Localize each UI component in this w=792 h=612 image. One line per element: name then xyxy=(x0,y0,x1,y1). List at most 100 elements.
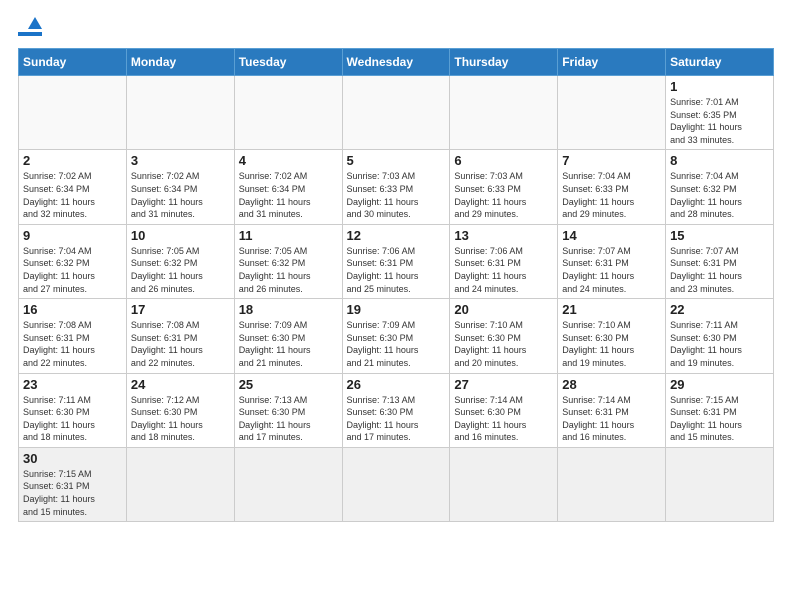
calendar-table: SundayMondayTuesdayWednesdayThursdayFrid… xyxy=(18,48,774,522)
weekday-header-sunday: Sunday xyxy=(19,49,127,76)
calendar-cell: 20 Sunrise: 7:10 AM Sunset: 6:30 PM Dayli… xyxy=(450,299,558,373)
day-number: 2 xyxy=(23,153,122,168)
calendar-cell: 27 Sunrise: 7:14 AM Sunset: 6:30 PM Dayli… xyxy=(450,373,558,447)
calendar-cell: 3Sunrise: 7:02 AM Sunset: 6:34 PM Daylig… xyxy=(126,150,234,224)
day-detail: Sunrise: 7:04 AM Sunset: 6:32 PM Dayligh… xyxy=(23,245,122,295)
day-number: 27 xyxy=(454,377,553,392)
day-detail: Sunrise: 7:13 AM Sunset: 6:30 PM Dayligh… xyxy=(239,394,338,444)
day-detail: Sunrise: 7:11 AM Sunset: 6:30 PM Dayligh… xyxy=(23,394,122,444)
calendar-cell: 6Sunrise: 7:03 AM Sunset: 6:33 PM Daylig… xyxy=(450,150,558,224)
logo xyxy=(18,18,42,36)
day-detail: Sunrise: 7:10 AM Sunset: 6:30 PM Dayligh… xyxy=(454,319,553,369)
day-detail: Sunrise: 7:14 AM Sunset: 6:31 PM Dayligh… xyxy=(562,394,661,444)
day-number: 18 xyxy=(239,302,338,317)
day-detail: Sunrise: 7:01 AM Sunset: 6:35 PM Dayligh… xyxy=(670,96,769,146)
day-detail: Sunrise: 7:08 AM Sunset: 6:31 PM Dayligh… xyxy=(131,319,230,369)
calendar-cell xyxy=(450,76,558,150)
day-detail: Sunrise: 7:08 AM Sunset: 6:31 PM Dayligh… xyxy=(23,319,122,369)
day-number: 13 xyxy=(454,228,553,243)
calendar-cell xyxy=(126,447,234,521)
weekday-header-tuesday: Tuesday xyxy=(234,49,342,76)
calendar-cell: 19 Sunrise: 7:09 AM Sunset: 6:30 PM Dayli… xyxy=(342,299,450,373)
day-number: 25 xyxy=(239,377,338,392)
day-number: 19 xyxy=(347,302,446,317)
calendar-cell: 11Sunrise: 7:05 AM Sunset: 6:32 PM Dayli… xyxy=(234,224,342,298)
calendar-cell: 1 Sunrise: 7:01 AM Sunset: 6:35 PM Daylig… xyxy=(666,76,774,150)
day-number: 26 xyxy=(347,377,446,392)
day-number: 1 xyxy=(670,79,769,94)
logo-triangle-icon xyxy=(28,17,42,29)
calendar-cell: 12 Sunrise: 7:06 AM Sunset: 6:31 PM Dayli… xyxy=(342,224,450,298)
calendar-cell: 22 Sunrise: 7:11 AM Sunset: 6:30 PM Dayli… xyxy=(666,299,774,373)
day-number: 17 xyxy=(131,302,230,317)
day-number: 14 xyxy=(562,228,661,243)
day-number: 12 xyxy=(347,228,446,243)
week-row-1: 2 Sunrise: 7:02 AM Sunset: 6:34 PM Daylig… xyxy=(19,150,774,224)
day-detail: Sunrise: 7:09 AM Sunset: 6:30 PM Dayligh… xyxy=(347,319,446,369)
day-detail: Sunrise: 7:07 AM Sunset: 6:31 PM Dayligh… xyxy=(562,245,661,295)
day-detail: Sunrise: 7:14 AM Sunset: 6:30 PM Dayligh… xyxy=(454,394,553,444)
day-detail: Sunrise: 7:15 AM Sunset: 6:31 PM Dayligh… xyxy=(670,394,769,444)
day-number: 20 xyxy=(454,302,553,317)
calendar-cell: 7 Sunrise: 7:04 AM Sunset: 6:33 PM Daylig… xyxy=(558,150,666,224)
week-row-4: 23 Sunrise: 7:11 AM Sunset: 6:30 PM Dayli… xyxy=(19,373,774,447)
calendar-cell: 5Sunrise: 7:03 AM Sunset: 6:33 PM Daylig… xyxy=(342,150,450,224)
calendar-cell: 28 Sunrise: 7:14 AM Sunset: 6:31 PM Dayli… xyxy=(558,373,666,447)
calendar-cell: 18 Sunrise: 7:09 AM Sunset: 6:30 PM Dayli… xyxy=(234,299,342,373)
day-detail: Sunrise: 7:10 AM Sunset: 6:30 PM Dayligh… xyxy=(562,319,661,369)
calendar-cell: 24 Sunrise: 7:12 AM Sunset: 6:30 PM Dayli… xyxy=(126,373,234,447)
calendar-cell xyxy=(342,76,450,150)
day-detail: Sunrise: 7:09 AM Sunset: 6:30 PM Dayligh… xyxy=(239,319,338,369)
calendar-cell: 26 Sunrise: 7:13 AM Sunset: 6:30 PM Dayli… xyxy=(342,373,450,447)
calendar-cell xyxy=(558,447,666,521)
day-number: 6 xyxy=(454,153,553,168)
day-number: 9 xyxy=(23,228,122,243)
day-detail: Sunrise: 7:04 AM Sunset: 6:32 PM Dayligh… xyxy=(670,170,769,220)
day-detail: Sunrise: 7:05 AM Sunset: 6:32 PM Dayligh… xyxy=(131,245,230,295)
day-number: 21 xyxy=(562,302,661,317)
day-number: 23 xyxy=(23,377,122,392)
day-detail: Sunrise: 7:06 AM Sunset: 6:31 PM Dayligh… xyxy=(454,245,553,295)
week-row-0: 1 Sunrise: 7:01 AM Sunset: 6:35 PM Daylig… xyxy=(19,76,774,150)
day-number: 4 xyxy=(239,153,338,168)
calendar-cell xyxy=(450,447,558,521)
calendar-cell xyxy=(234,76,342,150)
day-detail: Sunrise: 7:11 AM Sunset: 6:30 PM Dayligh… xyxy=(670,319,769,369)
day-detail: Sunrise: 7:04 AM Sunset: 6:33 PM Dayligh… xyxy=(562,170,661,220)
day-number: 29 xyxy=(670,377,769,392)
day-detail: Sunrise: 7:12 AM Sunset: 6:30 PM Dayligh… xyxy=(131,394,230,444)
day-number: 7 xyxy=(562,153,661,168)
day-number: 16 xyxy=(23,302,122,317)
day-number: 24 xyxy=(131,377,230,392)
day-number: 11 xyxy=(239,228,338,243)
calendar-cell xyxy=(19,76,127,150)
calendar-cell xyxy=(558,76,666,150)
week-row-5: 30 Sunrise: 7:15 AM Sunset: 6:31 PM Dayli… xyxy=(19,447,774,521)
logo-underline xyxy=(18,32,42,36)
weekday-header-thursday: Thursday xyxy=(450,49,558,76)
calendar-cell: 13 Sunrise: 7:06 AM Sunset: 6:31 PM Dayli… xyxy=(450,224,558,298)
calendar-cell: 9 Sunrise: 7:04 AM Sunset: 6:32 PM Daylig… xyxy=(19,224,127,298)
day-detail: Sunrise: 7:06 AM Sunset: 6:31 PM Dayligh… xyxy=(347,245,446,295)
calendar-cell: 4 Sunrise: 7:02 AM Sunset: 6:34 PM Daylig… xyxy=(234,150,342,224)
day-detail: Sunrise: 7:02 AM Sunset: 6:34 PM Dayligh… xyxy=(23,170,122,220)
day-detail: Sunrise: 7:15 AM Sunset: 6:31 PM Dayligh… xyxy=(23,468,122,518)
day-number: 30 xyxy=(23,451,122,466)
calendar-cell: 14 Sunrise: 7:07 AM Sunset: 6:31 PM Dayli… xyxy=(558,224,666,298)
day-detail: Sunrise: 7:02 AM Sunset: 6:34 PM Dayligh… xyxy=(239,170,338,220)
calendar-cell xyxy=(342,447,450,521)
weekday-header-wednesday: Wednesday xyxy=(342,49,450,76)
calendar-cell: 2 Sunrise: 7:02 AM Sunset: 6:34 PM Daylig… xyxy=(19,150,127,224)
day-number: 22 xyxy=(670,302,769,317)
calendar-cell xyxy=(666,447,774,521)
calendar-cell: 25 Sunrise: 7:13 AM Sunset: 6:30 PM Dayli… xyxy=(234,373,342,447)
weekday-header-monday: Monday xyxy=(126,49,234,76)
weekday-header-friday: Friday xyxy=(558,49,666,76)
calendar-cell: 21 Sunrise: 7:10 AM Sunset: 6:30 PM Dayli… xyxy=(558,299,666,373)
day-number: 3 xyxy=(131,153,230,168)
calendar-cell xyxy=(126,76,234,150)
calendar-cell: 16 Sunrise: 7:08 AM Sunset: 6:31 PM Dayli… xyxy=(19,299,127,373)
calendar-cell: 17 Sunrise: 7:08 AM Sunset: 6:31 PM Dayli… xyxy=(126,299,234,373)
day-number: 28 xyxy=(562,377,661,392)
day-detail: Sunrise: 7:13 AM Sunset: 6:30 PM Dayligh… xyxy=(347,394,446,444)
